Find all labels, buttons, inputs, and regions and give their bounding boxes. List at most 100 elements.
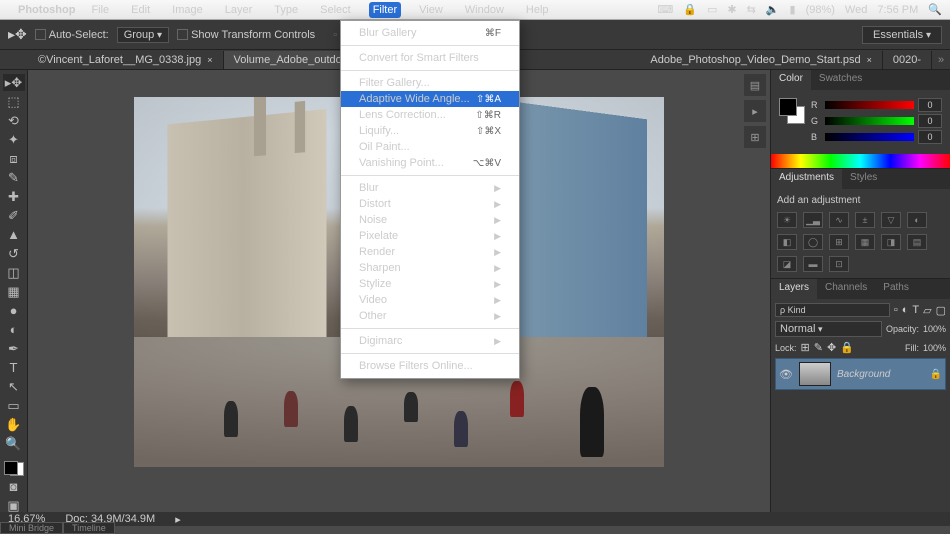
layer-thumbnail[interactable] — [799, 362, 831, 386]
r-value[interactable]: 0 — [918, 98, 942, 112]
menu-pixelate[interactable]: Pixelate▶ — [341, 228, 519, 244]
crop-tool[interactable]: ⧈ — [3, 150, 25, 167]
pen-tool[interactable]: ✒ — [3, 340, 25, 357]
heal-tool[interactable]: ✚ — [3, 188, 25, 205]
menu-vanishing-point[interactable]: Vanishing Point...⌥⌘V — [341, 155, 519, 171]
auto-select-dropdown[interactable]: Group ▾ — [117, 27, 169, 43]
menu-help[interactable]: Help — [522, 2, 553, 18]
close-icon[interactable]: × — [867, 55, 872, 65]
menu-stylize[interactable]: Stylize▶ — [341, 276, 519, 292]
bw-icon[interactable]: ◧ — [777, 234, 797, 250]
tab-swatches[interactable]: Swatches — [811, 70, 870, 90]
filter-adj-icon[interactable]: ◐ — [902, 304, 909, 316]
clock-time[interactable]: 7:56 PM — [877, 4, 918, 16]
transform-checkbox[interactable] — [177, 29, 188, 40]
tab-paths[interactable]: Paths — [875, 279, 917, 299]
menu-video[interactable]: Video▶ — [341, 292, 519, 308]
brightness-icon[interactable]: ☀ — [777, 212, 797, 228]
layer-filter-kind[interactable]: ρ Kind — [775, 303, 890, 317]
menu-digimarc[interactable]: Digimarc▶ — [341, 333, 519, 349]
actions-panel-icon[interactable]: ▸ — [744, 100, 766, 122]
doc-tab-0[interactable]: ©Vincent_Laforet__MG_0338.jpg× — [28, 51, 224, 69]
filter-type-icon[interactable]: T — [912, 304, 919, 316]
gradient-map-icon[interactable]: ▬ — [803, 256, 823, 272]
menu-layer[interactable]: Layer — [221, 2, 257, 18]
levels-icon[interactable]: ▁▃ — [803, 212, 823, 228]
b-value[interactable]: 0 — [918, 130, 942, 144]
color-swatch[interactable] — [4, 461, 24, 476]
lock-trans-icon[interactable]: ⊞ — [801, 341, 810, 354]
threshold-icon[interactable]: ◪ — [777, 256, 797, 272]
tab-color[interactable]: Color — [771, 70, 811, 90]
layer-background[interactable]: 👁 Background 🔒 — [775, 358, 946, 390]
workspace-switcher[interactable]: Essentials ▾ — [862, 26, 942, 44]
tab-adjustments[interactable]: Adjustments — [771, 169, 842, 189]
spotlight-icon[interactable]: 🔍 — [928, 3, 942, 16]
brush-tool[interactable]: ✐ — [3, 207, 25, 224]
gradient-tool[interactable]: ▦ — [3, 283, 25, 300]
menu-distort[interactable]: Distort▶ — [341, 196, 519, 212]
spectrum-bar[interactable] — [771, 154, 950, 168]
tab-mini-bridge[interactable]: Mini Bridge — [0, 522, 63, 534]
shape-tool[interactable]: ▭ — [3, 398, 25, 415]
menu-window[interactable]: Window — [461, 2, 508, 18]
bluetooth-icon[interactable]: ✱ — [727, 3, 736, 16]
status-arrow-icon[interactable]: ▸ — [175, 513, 181, 526]
clock-day[interactable]: Wed — [845, 4, 867, 16]
photo-filter-icon[interactable]: ◯ — [803, 234, 823, 250]
properties-panel-icon[interactable]: ⊞ — [744, 126, 766, 148]
quickmask-tool[interactable]: ◙ — [3, 478, 25, 495]
tabs-overflow[interactable]: » — [932, 54, 950, 66]
lookup-icon[interactable]: ▦ — [855, 234, 875, 250]
doc-tab-3[interactable]: 0020- — [883, 51, 932, 69]
path-tool[interactable]: ↖ — [3, 379, 25, 396]
invert-icon[interactable]: ◨ — [881, 234, 901, 250]
hand-tool[interactable]: ✋ — [3, 417, 25, 434]
move-tool[interactable]: ▸✥ — [3, 74, 25, 91]
channel-mixer-icon[interactable]: ⊞ — [829, 234, 849, 250]
menu-last-filter[interactable]: Blur Gallery⌘F — [341, 25, 519, 41]
eyedropper-tool[interactable]: ✎ — [3, 169, 25, 186]
menu-oil-paint[interactable]: Oil Paint... — [341, 139, 519, 155]
doc-tab-2[interactable]: Adobe_Photoshop_Video_Demo_Start.psd× — [640, 51, 882, 69]
menu-browse-online[interactable]: Browse Filters Online... — [341, 358, 519, 374]
lock-paint-icon[interactable]: ✎ — [814, 341, 823, 354]
layer-name[interactable]: Background — [837, 369, 890, 380]
blend-mode-dropdown[interactable]: Normal ▾ — [775, 321, 882, 337]
tab-channels[interactable]: Channels — [817, 279, 875, 299]
app-name[interactable]: Photoshop — [18, 4, 75, 16]
menu-filter-gallery[interactable]: Filter Gallery... — [341, 75, 519, 91]
zoom-tool[interactable]: 🔍 — [3, 436, 25, 453]
menu-lens-correction[interactable]: Lens Correction...⇧⌘R — [341, 107, 519, 123]
lock-pos-icon[interactable]: ✥ — [827, 341, 836, 354]
battery-icon[interactable]: ▮ — [790, 3, 796, 16]
opacity-value[interactable]: 100% — [923, 324, 946, 334]
menu-view[interactable]: View — [415, 2, 447, 18]
filter-shape-icon[interactable]: ▱ — [923, 304, 931, 317]
menu-noise[interactable]: Noise▶ — [341, 212, 519, 228]
menu-adaptive-wide-angle[interactable]: Adaptive Wide Angle...⇧⌘A — [341, 91, 519, 107]
tab-styles[interactable]: Styles — [842, 169, 885, 189]
menu-image[interactable]: Image — [168, 2, 207, 18]
keyboard-icon[interactable]: ⌨ — [657, 3, 673, 16]
menu-edit[interactable]: Edit — [127, 2, 154, 18]
menu-type[interactable]: Type — [270, 2, 302, 18]
menu-liquify[interactable]: Liquify...⇧⌘X — [341, 123, 519, 139]
volume-icon[interactable]: 🔈 — [766, 3, 780, 16]
menu-select[interactable]: Select — [316, 2, 355, 18]
filter-pixel-icon[interactable]: ▫ — [894, 304, 898, 316]
screen-icon[interactable]: ▭ — [707, 3, 717, 16]
menu-other[interactable]: Other▶ — [341, 308, 519, 324]
menu-file[interactable]: File — [87, 2, 113, 18]
g-slider[interactable] — [825, 117, 914, 125]
r-slider[interactable] — [825, 101, 914, 109]
exposure-icon[interactable]: ± — [855, 212, 875, 228]
wifi-icon[interactable]: ⇆ — [747, 3, 756, 16]
vibrance-icon[interactable]: ▽ — [881, 212, 901, 228]
visibility-icon[interactable]: 👁 — [779, 368, 793, 381]
filter-smart-icon[interactable]: ▢ — [936, 304, 946, 317]
g-value[interactable]: 0 — [918, 114, 942, 128]
menu-filter[interactable]: Filter — [369, 2, 401, 18]
type-tool[interactable]: T — [3, 359, 25, 376]
menu-convert-smart[interactable]: Convert for Smart Filters — [341, 50, 519, 66]
